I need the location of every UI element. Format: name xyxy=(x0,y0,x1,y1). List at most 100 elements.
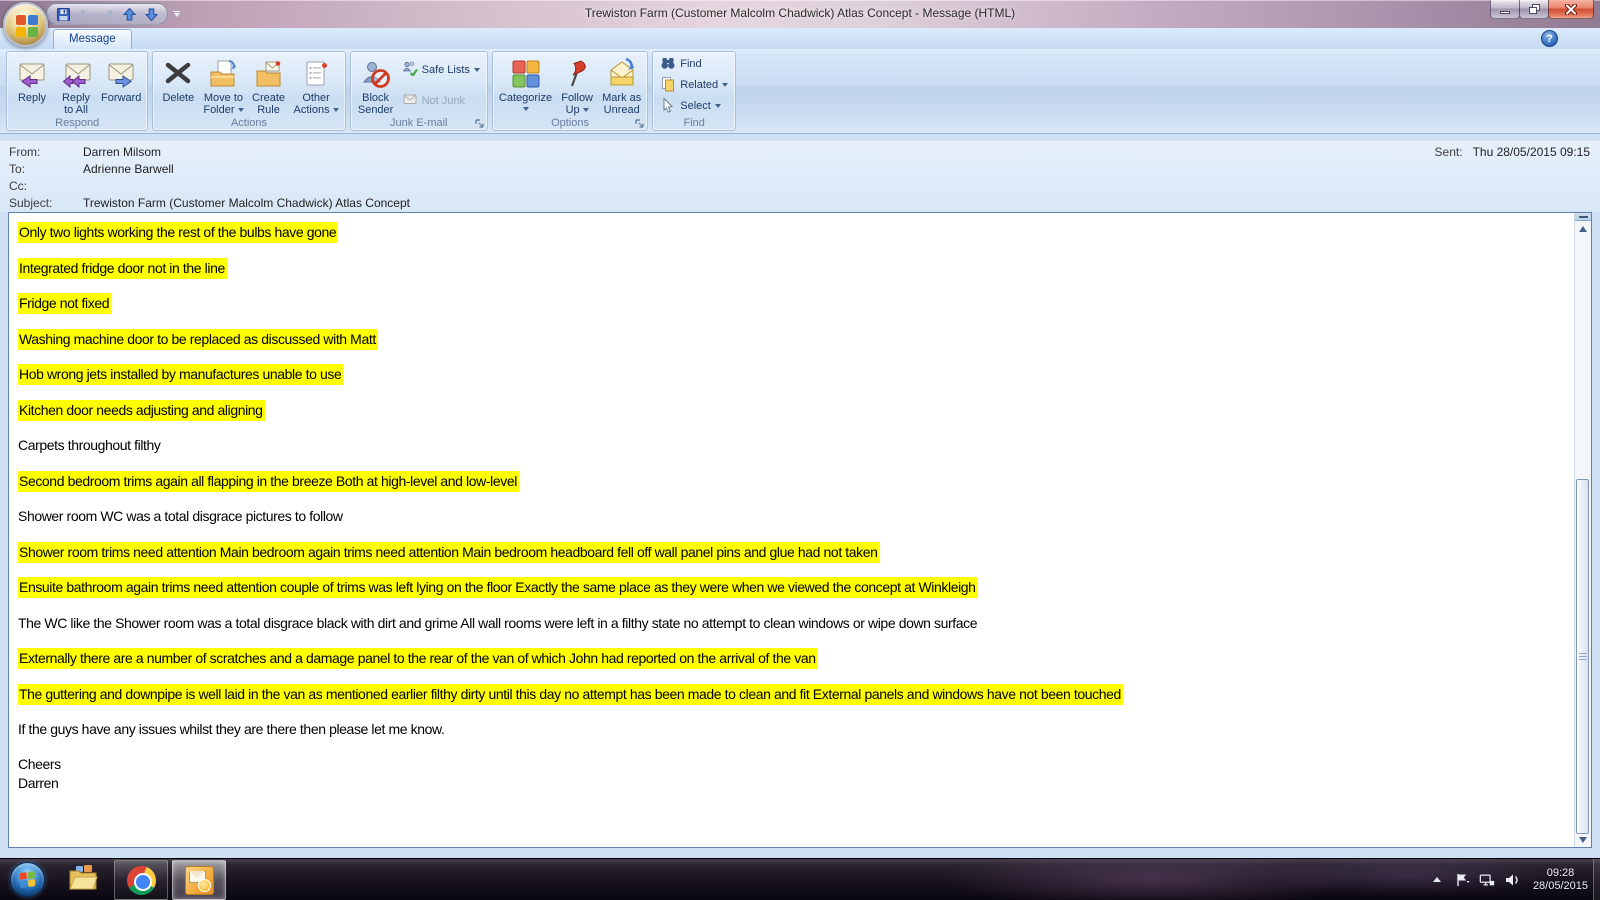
highlighted-text: Shower room trims need attention Main be… xyxy=(18,542,880,563)
forward-button[interactable]: Forward xyxy=(98,54,144,116)
move-to-folder-button[interactable]: Move to Folder xyxy=(200,54,246,116)
start-button[interactable] xyxy=(0,859,54,900)
window-controls xyxy=(1491,0,1594,19)
office-button[interactable] xyxy=(3,2,48,47)
not-junk-button[interactable]: Not Junk xyxy=(398,91,484,111)
dropdown-caret-icon xyxy=(583,108,589,112)
message-body[interactable]: Only two lights working the rest of the … xyxy=(8,212,1592,848)
outlook-message-window: Trewiston Farm (Customer Malcolm Chadwic… xyxy=(0,0,1600,858)
taskbar-outlook[interactable] xyxy=(172,860,226,900)
scrollbar-split-handle[interactable] xyxy=(1575,213,1591,221)
not-junk-icon xyxy=(402,91,418,110)
tab-message[interactable]: Message xyxy=(53,29,132,49)
taskbar: 09:28 28/05/2015 xyxy=(0,858,1600,900)
dropdown-caret-icon xyxy=(715,104,721,108)
clock-time: 09:28 xyxy=(1533,867,1588,880)
find-binoculars-icon xyxy=(660,55,676,74)
body-paragraph: Kitchen door needs adjusting and alignin… xyxy=(18,400,1561,421)
create-rule-button[interactable]: Create Rule xyxy=(247,54,291,116)
dropdown-caret-icon xyxy=(474,68,480,72)
follow-up-button[interactable]: Follow Up xyxy=(555,54,599,116)
body-paragraph: If the guys have any issues whilst they … xyxy=(18,719,1561,740)
close-button[interactable] xyxy=(1548,0,1594,19)
scroll-down-button[interactable] xyxy=(1575,832,1591,847)
safe-lists-icon xyxy=(402,60,418,79)
body-paragraph: Shower room WC was a total disgrace pict… xyxy=(18,506,1561,527)
body-paragraph: Cheers xyxy=(18,755,1561,773)
from-value: Darren Milsom xyxy=(83,144,161,161)
minimize-button[interactable] xyxy=(1490,0,1520,19)
redo-icon[interactable] xyxy=(99,6,115,23)
body-text: Carpets throughout filthy xyxy=(18,437,161,453)
next-item-icon[interactable] xyxy=(143,6,159,23)
mark-as-unread-button[interactable]: Mark as Unread xyxy=(599,54,644,116)
action-center-flag-icon[interactable] xyxy=(1454,872,1470,888)
body-paragraph: Carpets throughout filthy xyxy=(18,435,1561,456)
safe-lists-button[interactable]: Safe Lists xyxy=(398,60,484,80)
email-body-content: Only two lights working the rest of the … xyxy=(18,222,1561,847)
highlighted-text: Externally there are a number of scratch… xyxy=(18,648,818,669)
group-junk-email: Block Sender Safe Lists xyxy=(350,51,488,131)
header-row-cc: Cc: xyxy=(0,178,1600,195)
quick-access-toolbar xyxy=(46,3,168,25)
select-button[interactable]: Select xyxy=(656,96,732,116)
group-label-options: Options xyxy=(493,116,647,131)
dialog-launcher-icon[interactable] xyxy=(634,118,645,129)
scrollbar-thumb[interactable] xyxy=(1576,479,1589,834)
group-respond: Reply Reply to All Forward xyxy=(6,51,148,131)
undo-icon[interactable] xyxy=(77,6,93,23)
find-button[interactable]: Find xyxy=(656,54,732,74)
windows-logo-icon xyxy=(10,862,45,897)
body-text: Shower room WC was a total disgrace pict… xyxy=(18,508,343,524)
screen: Trewiston Farm (Customer Malcolm Chadwic… xyxy=(0,0,1600,900)
block-sender-button[interactable]: Block Sender xyxy=(354,54,398,116)
other-actions-button[interactable]: Other Actions xyxy=(291,54,342,116)
body-paragraph: Darren xyxy=(18,773,1561,794)
volume-icon[interactable] xyxy=(1504,872,1520,888)
reply-button[interactable]: Reply xyxy=(10,54,54,116)
scroll-up-button[interactable] xyxy=(1575,221,1591,236)
header-row-sent: Sent: Thu 28/05/2015 09:15 xyxy=(1435,145,1590,159)
save-icon[interactable] xyxy=(55,6,71,23)
header-row-to: To: Adrienne Barwell xyxy=(0,161,1600,178)
body-paragraph: The WC like the Shower room was a total … xyxy=(18,613,1561,634)
ribbon: Reply Reply to All Forward xyxy=(0,49,1600,134)
highlighted-text: Integrated fridge door not in the line xyxy=(18,258,227,279)
header-row-from: From: Darren Milsom xyxy=(0,141,1600,161)
network-icon[interactable] xyxy=(1479,872,1495,888)
categorize-button[interactable]: Categorize xyxy=(496,54,555,116)
mark-as-unread-icon xyxy=(606,56,638,92)
help-button[interactable]: ? xyxy=(1541,30,1558,47)
body-text: The WC like the Shower room was a total … xyxy=(18,615,977,631)
delete-button[interactable]: Delete xyxy=(156,54,200,116)
previous-item-icon[interactable] xyxy=(121,6,137,23)
body-paragraph: Externally there are a number of scratch… xyxy=(18,648,1561,669)
related-button[interactable]: Related xyxy=(656,75,732,95)
delete-icon xyxy=(162,56,194,92)
highlighted-text: Hob wrong jets installed by manufactures… xyxy=(18,364,343,385)
reply-to-all-button[interactable]: Reply to All xyxy=(54,54,98,116)
dropdown-caret-icon xyxy=(722,83,728,87)
restore-button[interactable] xyxy=(1519,0,1549,19)
subject-label: Subject: xyxy=(9,195,83,212)
body-paragraph: Washing machine door to be replaced as d… xyxy=(18,329,1561,350)
body-paragraph: Integrated fridge door not in the line xyxy=(18,258,1561,279)
show-desktop-button[interactable] xyxy=(1593,859,1600,900)
vertical-scrollbar[interactable] xyxy=(1574,213,1591,847)
related-icon xyxy=(660,76,676,95)
taskbar-clock[interactable]: 09:28 28/05/2015 xyxy=(1533,867,1588,893)
taskbar-google-chrome[interactable] xyxy=(114,860,168,900)
categorize-icon xyxy=(510,56,542,92)
show-hidden-icons-button[interactable] xyxy=(1429,872,1445,888)
highlighted-text: Only two lights working the rest of the … xyxy=(18,222,338,243)
sent-label: Sent: xyxy=(1435,145,1463,159)
dropdown-caret-icon xyxy=(333,108,339,112)
taskbar-file-explorer[interactable] xyxy=(56,860,110,900)
clock-date: 28/05/2015 xyxy=(1533,880,1588,893)
customize-quick-access-icon[interactable] xyxy=(170,6,183,21)
body-paragraph: The guttering and downpipe is well laid … xyxy=(18,684,1561,705)
dialog-launcher-icon[interactable] xyxy=(474,118,485,129)
highlighted-text: Fridge not fixed xyxy=(18,293,111,314)
to-label: To: xyxy=(9,161,83,178)
to-value: Adrienne Barwell xyxy=(83,161,174,178)
